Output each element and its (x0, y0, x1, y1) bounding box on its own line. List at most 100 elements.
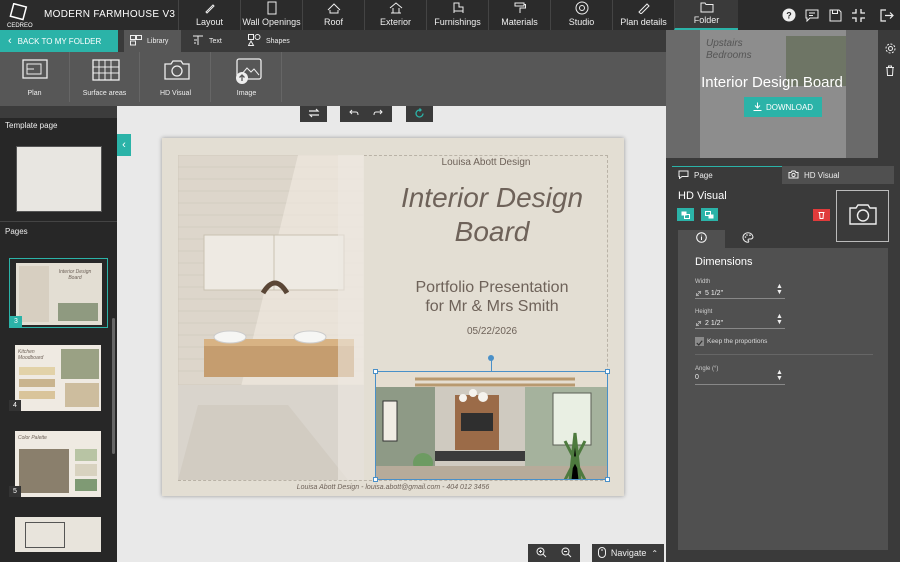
undo-icon[interactable] (349, 109, 359, 119)
trash-icon (818, 206, 825, 224)
page-thumbnail[interactable]: Kitchen Moodboard 4 (9, 345, 108, 412)
tab-label: Roof (323, 17, 343, 27)
tab-layout[interactable]: Layout (178, 0, 240, 30)
tab-label: Shapes (266, 37, 290, 45)
tab-library[interactable]: Library (124, 30, 181, 52)
resize-handle-tl[interactable] (373, 369, 378, 374)
page-icon (678, 170, 689, 181)
page-thumbnail[interactable] (15, 517, 101, 552)
resize-handle-br[interactable] (605, 477, 610, 482)
page-thumbnail-selected[interactable]: Interior Design Board 3 (9, 258, 108, 328)
door-icon (264, 1, 280, 15)
tab-style[interactable] (725, 230, 771, 248)
plan-details-icon (636, 1, 652, 15)
tab-label: Wall Openings (242, 17, 301, 27)
dimensions-heading: Dimensions (695, 256, 753, 268)
height-stepper[interactable]: ▲ ▼ (776, 313, 783, 326)
comment-icon[interactable] (803, 6, 821, 24)
text-icon (192, 35, 204, 48)
palette-icon (742, 230, 754, 248)
tab-plan-details[interactable]: Plan details (612, 0, 674, 30)
board-date[interactable]: 05/22/2026 (364, 326, 620, 337)
designer-name[interactable]: Louisa Abott Design (364, 157, 608, 168)
tab-info[interactable] (678, 230, 725, 248)
thumb-photo (19, 266, 49, 322)
page-number-badge: 5 (9, 486, 21, 497)
angle-value[interactable]: 0 (695, 374, 699, 381)
camera-icon (163, 58, 190, 82)
template-page-thumbnail[interactable] (16, 146, 102, 212)
divider (0, 221, 117, 222)
tab-roof[interactable]: Roof (302, 0, 364, 30)
tab-label: Exterior (379, 17, 411, 27)
thumb-swatch (75, 449, 97, 461)
pages-scrollbar[interactable] (112, 318, 115, 454)
board-footer[interactable]: Louisa Abott Design - louisa.abott@gmail… (178, 484, 608, 491)
tab-shapes[interactable]: Shapes (242, 30, 302, 52)
refresh-icon (414, 107, 425, 121)
tool-plan[interactable]: Plan (0, 52, 70, 102)
board-title-line2[interactable]: Board (364, 218, 620, 246)
tab-page[interactable]: Page (672, 166, 782, 184)
tab-exterior[interactable]: Exterior (364, 0, 426, 30)
tab-studio[interactable]: Studio (550, 0, 612, 30)
tab-furnishings[interactable]: Furnishings (426, 0, 488, 30)
svg-text:?: ? (786, 11, 792, 21)
tool-image[interactable]: Image (212, 52, 282, 102)
tab-hd-visual[interactable]: HD Visual (782, 166, 894, 184)
tool-surface-areas[interactable]: Surface areas (70, 52, 140, 102)
surface-areas-icon (91, 58, 120, 82)
hd-visual-thumbnail[interactable] (836, 190, 889, 242)
refresh-button[interactable] (406, 106, 433, 122)
project-name[interactable]: MODERN FARMHOUSE V3 (44, 9, 175, 20)
send-back-button[interactable] (677, 208, 694, 221)
board-subtitle-line1[interactable]: Portfolio Presentation (364, 279, 620, 297)
download-button[interactable]: DOWNLOAD (744, 97, 822, 117)
exit-icon[interactable] (878, 6, 896, 24)
swap-button[interactable] (300, 106, 327, 122)
page-thumbnail-image: Interior Design Board (16, 263, 102, 325)
angle-stepper[interactable]: ▲ ▼ (776, 369, 783, 382)
delete-button[interactable] (813, 209, 830, 221)
thumb-swatch (19, 391, 55, 399)
zoom-out-icon[interactable] (561, 547, 572, 560)
tool-hd-visual[interactable]: HD Visual (141, 52, 211, 102)
collapse-panel-button[interactable]: ‹ (117, 134, 131, 156)
tab-materials[interactable]: Materials (488, 0, 550, 30)
board-subtitle-line2[interactable]: for Mr & Mrs Smith (364, 298, 620, 316)
resize-handle-bl[interactable] (373, 477, 378, 482)
layer-icon (705, 206, 714, 224)
tab-folder[interactable]: Folder (674, 0, 738, 30)
tab-wall-openings[interactable]: Wall Openings (240, 0, 302, 30)
trash-icon[interactable] (882, 62, 898, 78)
board-page[interactable]: Louisa Abott Design Interior Design Boar… (162, 138, 624, 496)
page-thumbnail[interactable]: Color Palette 5 (9, 431, 108, 498)
collapse-icon[interactable] (849, 6, 867, 24)
help-icon[interactable]: ? (780, 6, 798, 24)
plan-icon (21, 58, 48, 82)
check-icon (696, 333, 703, 351)
tab-label: Layout (195, 17, 224, 27)
settings-icon[interactable] (882, 40, 898, 56)
tab-text[interactable]: Text (186, 30, 236, 52)
resize-handle-tr[interactable] (605, 369, 610, 374)
bathroom-photo[interactable] (178, 155, 364, 480)
shapes-icon (247, 34, 261, 48)
link-icon (695, 284, 702, 302)
bring-front-button[interactable] (701, 208, 718, 221)
redo-icon[interactable] (373, 109, 383, 119)
rotate-handle[interactable] (488, 355, 494, 361)
template-heading: Template page (5, 121, 58, 130)
save-icon[interactable] (826, 6, 844, 24)
width-stepper[interactable]: ▲ ▼ (776, 283, 783, 296)
board-title-line1[interactable]: Interior Design (364, 184, 620, 212)
navigate-button[interactable]: Navigate ⌃ (592, 544, 664, 562)
tab-label: Plan details (620, 17, 667, 27)
keep-proportions-checkbox[interactable] (695, 337, 704, 346)
thumb-swatch (19, 379, 55, 387)
zoom-in-icon[interactable] (536, 547, 547, 560)
field-underline (695, 384, 785, 385)
angle-label: Angle (°) (695, 366, 719, 372)
thumb-plan (25, 522, 65, 548)
back-to-folder-button[interactable]: ‹ BACK TO MY FOLDER (0, 30, 118, 52)
